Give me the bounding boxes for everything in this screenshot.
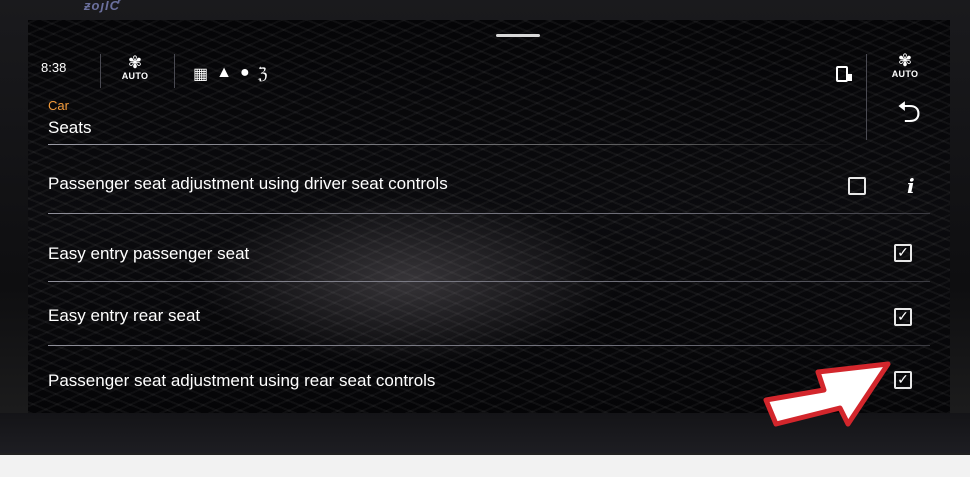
info-icon[interactable]: i (907, 174, 915, 198)
back-button[interactable]: ⮌ (866, 88, 950, 140)
page-header: Car Seats (28, 88, 950, 146)
checkbox-checked[interactable]: ✓ (894, 371, 912, 389)
pull-down-handle[interactable] (496, 34, 540, 37)
recirculation-icon[interactable]: ● (240, 64, 250, 84)
divider (100, 54, 101, 88)
row-divider (48, 213, 930, 214)
bezel-label: ƶоȷƖƇ (84, 0, 121, 13)
fan-icon: ✾ (897, 51, 913, 70)
setting-label: Passenger seat adjustment using driver s… (48, 174, 448, 193)
divider (866, 54, 867, 88)
checkbox-checked[interactable]: ✓ (894, 244, 912, 262)
return-arrow-icon: ⮌ (896, 96, 922, 129)
setting-label: Easy entry rear seat (48, 306, 201, 325)
highlight-arrow (763, 361, 891, 427)
setting-row-passenger-driver-controls[interactable]: Passenger seat adjustment using driver s… (28, 150, 950, 214)
background (0, 455, 970, 477)
page-title: Seats (48, 118, 92, 137)
windscreen-demist-icon[interactable]: ▦ (193, 64, 208, 84)
checkbox-checked[interactable]: ✓ (894, 308, 912, 326)
infotainment-screen: 8:38 ✾ AUTO ▦ ▲ ● ℨ ✾ AUTO Car Seats ⮌ P… (28, 20, 950, 413)
hvac-shortcuts: ▦ ▲ ● ℨ (193, 64, 268, 84)
setting-row-easy-entry-passenger[interactable]: Easy entry passenger seat ✓ (28, 218, 950, 282)
fan-auto-left-label: AUTO (121, 71, 149, 81)
breadcrumb[interactable]: Car (48, 98, 69, 113)
status-bar: 8:38 ✾ AUTO ▦ ▲ ● ℨ ✾ AUTO (28, 38, 950, 88)
checkbox-unchecked[interactable] (848, 177, 866, 195)
clock: 8:38 (41, 60, 67, 75)
setting-label: Easy entry passenger seat (48, 244, 250, 263)
fan-auto-right-label: AUTO (891, 69, 919, 79)
setting-row-easy-entry-rear[interactable]: Easy entry rear seat ✓ (28, 282, 950, 346)
airflow-icon[interactable]: ℨ (258, 64, 268, 84)
phone-mirror-icon[interactable] (836, 66, 852, 82)
fan-auto-right-button[interactable]: ✾ AUTO (888, 52, 922, 79)
fan-auto-left-button[interactable]: ✾ AUTO (120, 54, 150, 81)
divider (174, 54, 175, 88)
fan-icon: ✾ (127, 53, 143, 72)
header-divider (48, 144, 848, 145)
setting-label: Passenger seat adjustment using rear sea… (48, 371, 436, 390)
seat-icon[interactable]: ▲ (216, 64, 232, 84)
